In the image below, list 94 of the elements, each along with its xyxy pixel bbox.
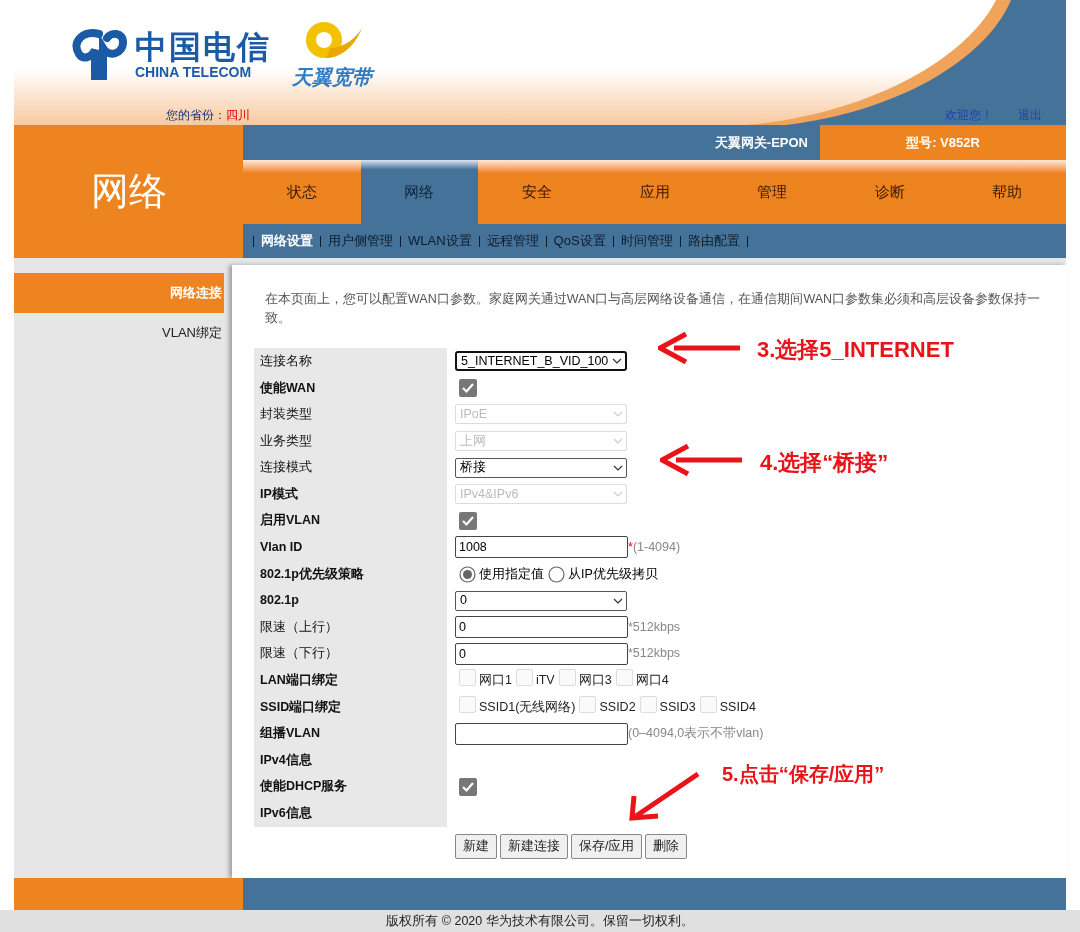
nav-tab[interactable]: 安全 [478,160,596,224]
logo-subtitle: CHINA TELECOM [135,64,252,80]
checkbox-label: 网口1 [479,672,512,690]
field-label: Vlan ID [254,534,447,561]
action-button[interactable]: 新建连接 [500,833,568,859]
field-label: LAN端口绑定 [254,667,447,694]
radio-label: 使用指定值 [479,565,544,583]
sidebar-item[interactable]: VLAN绑定 [14,313,224,353]
logo-text: 中国电信 [135,30,271,64]
checkbox[interactable] [639,695,657,713]
field-label: 使能DHCP服务 [254,773,447,801]
action-button[interactable]: 新建 [455,833,497,859]
intro-text: 在本页面上，您可以配置WAN口参数。家庭网关通过WAN口与高层网络设备通信，在通信期间WAN口参数集必须和高层设备参数保持一致。 [264,291,1042,327]
nav-tab[interactable]: 管理 [713,160,831,224]
dropdown[interactable]: 0 [455,590,627,611]
field-label: 802.1p优先级策略 [254,560,447,588]
checkbox-label: SSID1(无线网络) [479,698,576,716]
province-label: 您的省份： [166,107,226,124]
chevron-down-icon [613,464,623,471]
subnav-link[interactable]: WLAN设置 [408,231,472,251]
subnav-link[interactable]: 路由配置 [687,231,740,251]
checkbox[interactable] [459,511,477,530]
chevron-down-icon [613,597,623,604]
nav-tab[interactable]: 帮助 [948,160,1067,224]
radio-button[interactable] [548,565,565,583]
model-text: 型号: V852R [906,133,980,152]
chevron-down-icon [612,358,622,365]
checkbox[interactable] [699,695,717,713]
field-hint: (1-4094) [632,539,681,557]
arrow-left-icon [660,444,742,476]
dropdown[interactable]: 桥接 [455,457,627,478]
field-label: 802.1p [254,587,447,614]
section-title: 网络 [90,169,167,214]
chevron-down-icon [613,491,623,498]
arrow-down-left-icon [628,772,700,822]
field-label: 连接模式 [254,454,447,481]
radio-button[interactable] [459,565,476,583]
field-label: 组播VLAN [254,720,447,747]
field-label: 启用VLAN [254,507,447,535]
checkbox[interactable] [459,777,477,796]
dropdown[interactable]: 5_INTERNET_B_VID_100 [455,351,627,372]
checkbox[interactable] [515,668,533,686]
field-label: IPv4信息 [254,746,447,774]
field-label: SSID端口绑定 [254,693,447,721]
nav-tab[interactable]: 诊断 [830,160,949,224]
checkbox-label: SSID3 [659,698,696,716]
checkbox-label: SSID4 [719,698,756,716]
input-field[interactable]: 0 [455,616,628,639]
gateway-title: 天翼网关-EPON [714,133,808,152]
nav-tab[interactable]: 应用 [595,160,714,224]
checkbox[interactable] [459,695,476,713]
radio-label: 从IP优先级拷贝 [568,565,658,583]
checkbox[interactable] [615,668,633,686]
input-field[interactable]: 0 [455,642,628,665]
field-hint: (0–4094,0表示不带vlan) [628,725,764,743]
chevron-down-icon [613,438,623,445]
subnav-link[interactable]: 网络设置 [261,231,313,251]
field-label: 连接名称 [254,348,447,375]
field-label: 限速（下行） [254,640,447,668]
checkbox-label: 网口4 [635,672,669,690]
field-label: 限速（上行） [254,613,447,641]
subnav-link[interactable]: 时间管理 [620,231,673,251]
checkbox[interactable] [459,378,477,397]
annotation-text: 3.选择5_INTERNET [757,336,954,364]
field-label: 封装类型 [254,401,447,428]
copyright-text: 版权所有 © 2020 华为技术有限公司。保留一切权利。 [386,912,694,930]
arrow-left-icon [658,332,740,364]
checkbox[interactable] [558,668,576,686]
required-mark: * [628,539,633,557]
subnav-link[interactable]: QoS设置 [553,231,606,251]
nav-tab[interactable]: 状态 [243,160,361,224]
checkbox[interactable] [459,668,476,686]
field-label: 使能WAN [254,374,447,402]
field-label: 业务类型 [254,427,447,455]
field-hint: *512kbps [628,645,681,663]
input-field[interactable]: 1008 [455,536,628,559]
checkbox-label: iTV [535,672,555,690]
subnav-link[interactable]: 用户侧管理 [328,231,393,251]
annotation-text: 5.点击“保存/应用” [722,762,885,787]
subnav-link[interactable]: 远程管理 [486,231,539,251]
checkbox-label: 网口3 [578,672,612,690]
checkbox[interactable] [579,695,597,713]
province-value: 四川 [226,107,250,124]
action-button[interactable]: 删除 [645,833,688,859]
annotation-text: 4.选择“桥接” [760,449,889,477]
field-label: IPv6信息 [254,800,447,827]
chevron-down-icon [613,411,623,418]
checkbox-label: SSID2 [599,698,636,716]
input-field[interactable] [455,722,628,745]
nav-tab[interactable]: 网络 [360,160,479,224]
action-button[interactable]: 保存/应用 [571,833,643,859]
telecom-logo-icon [69,28,127,80]
field-label: IP模式 [254,480,447,508]
field-hint: *512kbps [628,618,681,636]
